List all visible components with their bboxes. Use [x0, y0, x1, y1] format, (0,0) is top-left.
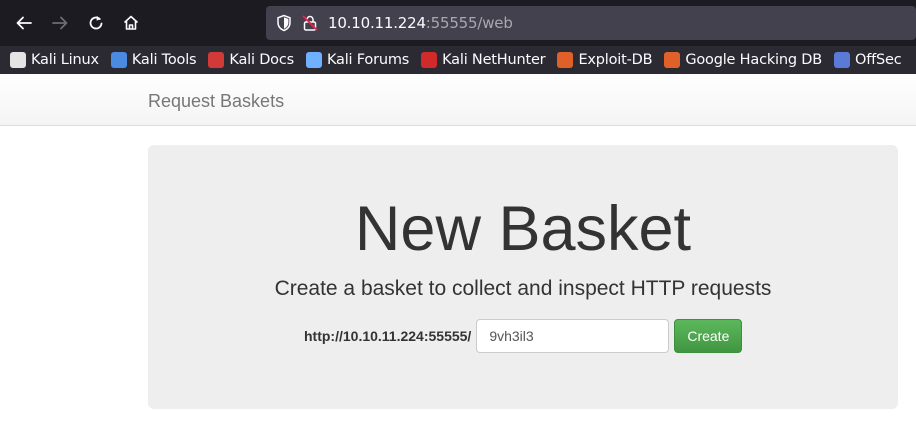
home-button[interactable]	[117, 9, 145, 37]
bookmark-label: OffSec	[855, 52, 902, 68]
exploit-db-icon	[557, 52, 574, 68]
new-basket-panel: New Basket Create a basket to collect an…	[148, 145, 898, 409]
bookmarks-toolbar: Kali Linux Kali Tools Kali Docs Kali For…	[0, 46, 916, 74]
bookmark-label: Exploit-DB	[578, 52, 653, 68]
bookmark-label: Kali Tools	[131, 52, 197, 68]
create-button[interactable]: Create	[674, 319, 743, 353]
insecure-lock-icon[interactable]	[301, 14, 319, 32]
address-bar[interactable]: 10.10.11.224:55555/web	[266, 6, 916, 40]
kali-dragon-icon	[10, 52, 26, 68]
bookmark-kali-linux[interactable]: Kali Linux	[10, 52, 99, 68]
kali-forums-icon	[305, 52, 322, 68]
bookmark-offsec[interactable]: OffSec	[834, 52, 902, 68]
bookmark-label: Kali Linux	[31, 52, 99, 68]
bookmark-kali-docs[interactable]: Kali Docs	[208, 52, 294, 68]
bookmark-kali-tools[interactable]: Kali Tools	[110, 52, 197, 68]
basket-name-input[interactable]	[476, 319, 670, 353]
bookmark-kali-nethunter[interactable]: Kali NetHunter	[421, 52, 546, 68]
reload-button[interactable]	[82, 9, 110, 37]
bookmark-label: Kali Docs	[229, 52, 294, 68]
bookmark-google-hacking-db[interactable]: Google Hacking DB	[664, 52, 822, 68]
forward-button[interactable]	[46, 9, 74, 37]
url-text[interactable]: 10.10.11.224:55555/web	[328, 14, 513, 32]
bookmark-kali-forums[interactable]: Kali Forums	[305, 52, 410, 68]
shield-icon[interactable]	[275, 14, 293, 32]
bookmark-label: Kali NetHunter	[442, 52, 546, 68]
arrow-left-icon	[16, 16, 32, 30]
arrow-right-icon	[52, 16, 68, 30]
url-path: :55555/web	[425, 14, 513, 32]
kali-tools-icon	[110, 52, 127, 68]
home-icon	[123, 15, 139, 30]
offsec-icon	[834, 52, 850, 68]
bookmark-label: Kali Forums	[326, 52, 410, 68]
browser-toolbar: 10.10.11.224:55555/web	[0, 0, 916, 46]
ghdb-icon	[664, 52, 681, 68]
bookmark-exploit-db[interactable]: Exploit-DB	[557, 52, 653, 68]
bookmark-label: Google Hacking DB	[685, 52, 822, 68]
kali-docs-icon	[208, 52, 225, 68]
lead-text: Create a basket to collect and inspect H…	[274, 277, 772, 300]
page-title: New Basket	[354, 194, 692, 264]
reload-icon	[89, 15, 103, 30]
brand-link[interactable]: Request Baskets	[148, 91, 284, 112]
base-url-label: http://10.10.11.224:55555/	[304, 328, 472, 344]
create-basket-form: http://10.10.11.224:55555/ Create	[304, 319, 743, 353]
page-navbar: Request Baskets	[0, 74, 916, 126]
nethunter-icon	[421, 52, 438, 68]
back-button[interactable]	[10, 9, 38, 37]
url-host: 10.10.11.224	[328, 14, 426, 32]
